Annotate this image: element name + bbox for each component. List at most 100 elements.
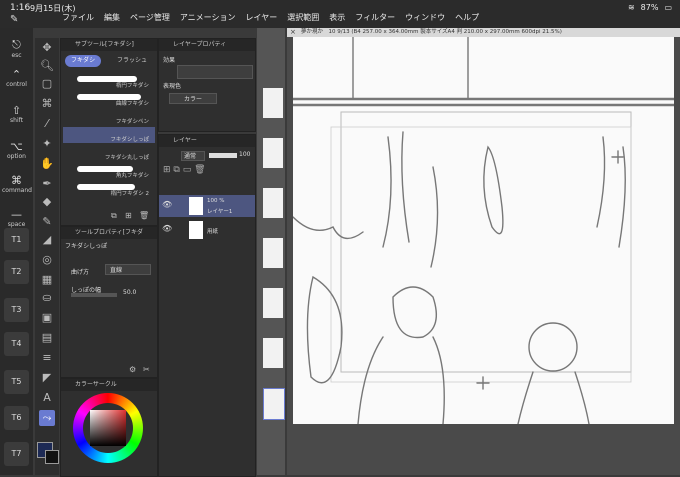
sub-color-swatch[interactable]	[45, 450, 59, 464]
menu-edit[interactable]: 編集	[104, 12, 120, 23]
rect-select-icon[interactable]: ▢	[39, 76, 55, 92]
layer-thumbnail	[189, 221, 203, 239]
menu-animation[interactable]: アニメーション	[180, 12, 236, 23]
menu-view[interactable]: 表示	[329, 12, 345, 23]
brush-item-ellipse-2[interactable]: 楕円フキダシ 2	[63, 181, 155, 197]
ruler-icon[interactable]: ≡	[39, 350, 55, 366]
control-icon: ⌃	[11, 68, 22, 81]
effect-buttons[interactable]	[177, 65, 253, 79]
expression-color-select[interactable]: カラー	[169, 93, 217, 104]
copy-subtool-icon[interactable]: ⧉	[111, 211, 117, 221]
app-logo-icon[interactable]: ✎	[10, 14, 18, 25]
menu-bar: ファイル 編集 ページ管理 アニメーション レイヤー 選択範囲 表示 フィルター…	[62, 12, 479, 23]
control-key[interactable]: ⌃ control	[2, 68, 31, 88]
blend-mode-select[interactable]: 通常	[181, 151, 205, 161]
layer-row-1[interactable]: 👁︎ 100 % レイヤー1	[159, 195, 255, 217]
brush-item-pen[interactable]: フキダシペン	[63, 109, 155, 125]
blend-icon[interactable]: ◢	[39, 232, 55, 248]
status-time: 1:16	[10, 3, 31, 13]
eye-icon[interactable]: 👁︎	[162, 200, 172, 209]
tool-property-panel: ツールプロパティ[フキダ フキダシしっぽ 曲げ方 直線 しっぽの幅 50.0 ⚙…	[60, 226, 158, 378]
page-thumb[interactable]	[263, 88, 283, 118]
t1-key[interactable]: T1	[4, 228, 29, 252]
pen-icon[interactable]: ✒	[39, 176, 55, 192]
page-thumb[interactable]	[263, 138, 283, 168]
canvas-tab[interactable]: 夢か現か 10 9/13 (B4 257.00 x 364.00mm 製本サイズ…	[287, 28, 680, 37]
menu-layer[interactable]: レイヤー	[246, 12, 278, 23]
command-key[interactable]: ⌘ command	[2, 174, 32, 194]
lasso-icon[interactable]: ⌘	[39, 96, 55, 112]
t3-key[interactable]: T3	[4, 298, 29, 322]
eraser-icon[interactable]: ◆	[39, 194, 55, 210]
menu-page[interactable]: ページ管理	[130, 12, 170, 23]
move-icon[interactable]: ✥	[39, 40, 55, 56]
text-icon[interactable]: A	[39, 390, 55, 406]
t7-key[interactable]: T7	[4, 442, 29, 466]
opacity-slider[interactable]	[209, 153, 237, 158]
page-thumb-active[interactable]	[263, 388, 285, 420]
brush-item-curve[interactable]: 曲線フキダシ	[63, 91, 155, 107]
tab-balloon[interactable]: フキダシ	[65, 55, 102, 67]
brush-item-tail[interactable]: フキダシしっぽ	[63, 127, 155, 143]
gradient-icon[interactable]: ▦	[39, 272, 55, 288]
t2-key[interactable]: T2	[4, 260, 29, 284]
brush-icon[interactable]: ✎	[39, 214, 55, 230]
option-key[interactable]: ⌥ option	[2, 140, 31, 160]
delete-layer-icon[interactable]: 🗑︎	[194, 165, 205, 175]
page-thumb[interactable]	[263, 288, 283, 318]
hue-ring[interactable]	[73, 393, 143, 463]
subtool-title: サブツール[フキダシ]	[61, 39, 157, 51]
new-layer-icon[interactable]: ⊞	[163, 165, 171, 175]
menu-file[interactable]: ファイル	[62, 12, 94, 23]
triangle-icon[interactable]: ◤	[39, 370, 55, 386]
layer-row-2[interactable]: 👁︎ 用紙	[159, 219, 255, 241]
tool-column: ✥ 🔍︎ ▢ ⌘ ⁄ ✦ ✋ ✒ ◆ ✎ ◢ ◎ ▦ ⛀ ▣ ▤ ≡ ◤ A ⤳	[35, 38, 59, 475]
balloon-tool-icon[interactable]: ⤳	[39, 410, 55, 426]
colorpanel-title: カラーサークル	[61, 379, 157, 391]
wrench-icon[interactable]: ✂	[143, 365, 150, 374]
tail-width-value[interactable]: 50.0	[123, 289, 136, 296]
subtool-panel: サブツール[フキダシ] フキダシ フラッシュ 楕円フキダシ 曲線フキダシ フキダ…	[60, 38, 158, 226]
page-thumb[interactable]	[263, 188, 283, 218]
t6-key[interactable]: T6	[4, 406, 29, 430]
menu-help[interactable]: ヘルプ	[455, 12, 479, 23]
t4-key[interactable]: T4	[4, 332, 29, 356]
canvas-paper[interactable]	[293, 37, 674, 424]
figure-icon[interactable]: ▣	[39, 310, 55, 326]
page-thumb[interactable]	[263, 238, 283, 268]
eyedropper-icon[interactable]: ⁄	[39, 116, 55, 132]
space-key[interactable]: — space	[2, 208, 31, 228]
tail-width-slider[interactable]	[71, 293, 117, 297]
folder-icon[interactable]: ▭	[183, 165, 192, 175]
brush-item-ellipse[interactable]: 楕円フキダシ	[63, 73, 155, 89]
bend-label: 曲げ方	[71, 269, 90, 276]
battery-percent: 87%	[640, 3, 659, 12]
brush-item-round-tail[interactable]: フキダシ丸しっぽ	[63, 145, 155, 161]
shift-key[interactable]: ⇧ shift	[2, 104, 31, 124]
menu-filter[interactable]: フィルター	[355, 12, 395, 23]
bucket-icon[interactable]: ⛀	[39, 290, 55, 306]
tool-settings-icon[interactable]: ⚙	[129, 365, 136, 374]
eye-icon[interactable]: 👁︎	[162, 224, 172, 233]
layer-property-panel: レイヤープロパティ 効果 表現色 カラー	[158, 38, 256, 132]
zoom-icon[interactable]: 🔍︎	[39, 58, 55, 74]
menu-window[interactable]: ウィンドウ	[405, 12, 445, 23]
close-tab-icon[interactable]: ×	[290, 28, 296, 36]
wand-icon[interactable]: ✦	[39, 136, 55, 152]
new-subtool-icon[interactable]: ⊞	[125, 211, 132, 220]
tab-flash[interactable]: フラッシュ	[111, 55, 153, 67]
esc-key[interactable]: ⎋ esc	[2, 38, 31, 59]
delete-subtool-icon[interactable]: 🗑︎	[139, 211, 149, 220]
hand-icon[interactable]: ✋	[39, 156, 55, 172]
menu-selection[interactable]: 選択範囲	[287, 12, 319, 23]
fill-icon[interactable]: ◎	[39, 252, 55, 268]
t5-key[interactable]: T5	[4, 370, 29, 394]
brush-item-rounded[interactable]: 角丸フキダシ	[63, 163, 155, 179]
saturation-square[interactable]	[90, 410, 126, 446]
frame-icon[interactable]: ▤	[39, 330, 55, 346]
space-icon: —	[11, 208, 22, 221]
bend-select[interactable]: 直線	[105, 264, 151, 275]
new-vector-icon[interactable]: ⧉	[173, 165, 179, 175]
page-thumb[interactable]	[263, 338, 283, 368]
opacity-value[interactable]: 100	[239, 151, 250, 158]
